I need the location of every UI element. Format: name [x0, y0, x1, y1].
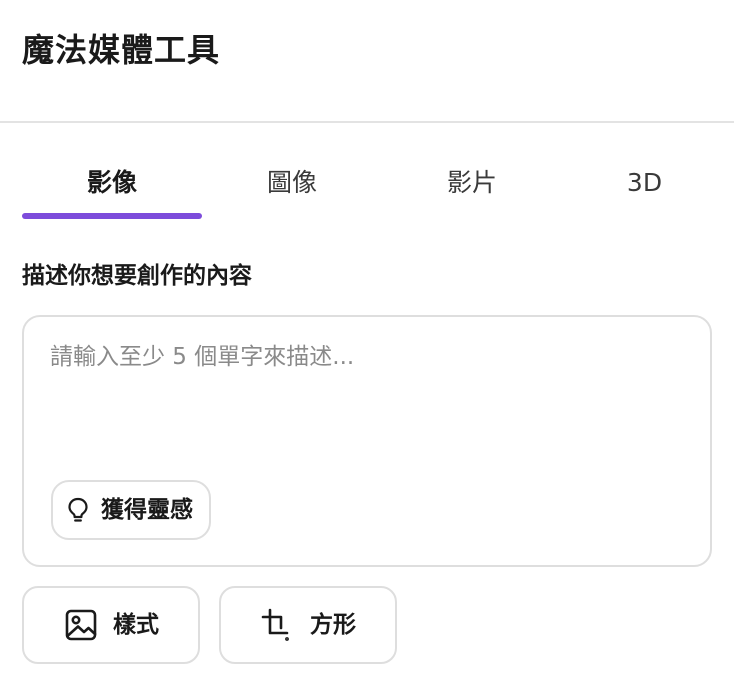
style-button[interactable]: 樣式	[22, 586, 200, 664]
prompt-box: 獲得靈感	[22, 315, 712, 567]
tab-3d[interactable]: 3D	[562, 155, 727, 215]
tab-video[interactable]: 影片	[382, 155, 562, 215]
tab-image[interactable]: 影像	[22, 155, 202, 215]
aspect-ratio-label: 方形	[310, 612, 356, 638]
app-header: 魔法媒體工具	[0, 0, 734, 123]
prompt-label: 描述你想要創作的內容	[22, 263, 252, 289]
tab-graphic[interactable]: 圖像	[202, 155, 382, 215]
get-inspiration-button[interactable]: 獲得靈感	[51, 480, 211, 540]
aspect-ratio-button[interactable]: 方形	[219, 586, 397, 664]
get-inspiration-label: 獲得靈感	[101, 497, 193, 523]
style-label: 樣式	[113, 612, 159, 638]
prompt-input[interactable]	[50, 339, 680, 459]
app-title: 魔法媒體工具	[22, 31, 221, 69]
active-tab-indicator	[22, 213, 202, 219]
crop-icon	[260, 607, 296, 643]
lightbulb-icon	[65, 496, 91, 524]
image-icon	[63, 607, 99, 643]
media-type-tabs: 影像 圖像 影片 3D	[22, 155, 712, 220]
